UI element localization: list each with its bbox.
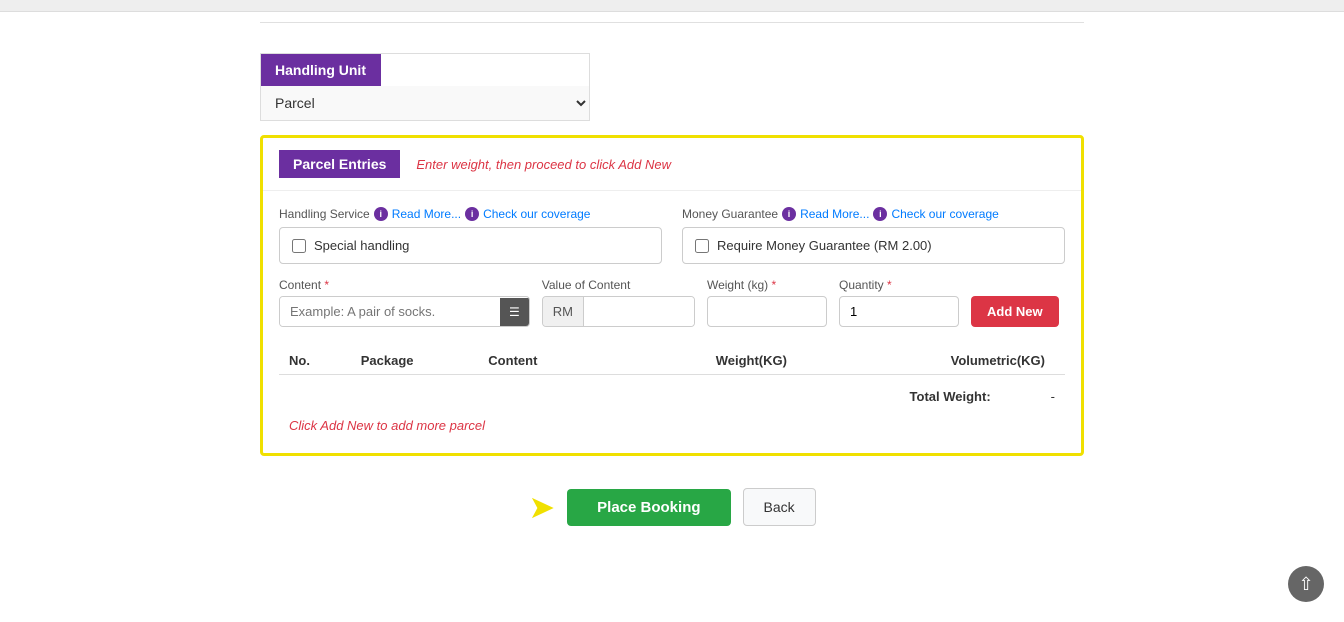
- col-package: Package: [351, 347, 479, 375]
- value-input-wrapper: RM: [542, 296, 695, 327]
- content-icon-btn[interactable]: ☰: [500, 298, 529, 326]
- quantity-field-group: Quantity *: [839, 278, 959, 327]
- add-new-button[interactable]: Add New: [971, 296, 1059, 327]
- handling-service-read-more[interactable]: Read More...: [392, 207, 461, 221]
- handling-unit-box: Handling Unit Parcel Document Box: [260, 53, 590, 121]
- handling-service-label: Handling Service i Read More... i Check …: [279, 207, 662, 221]
- content-label: Content *: [279, 278, 530, 292]
- col-no: No.: [279, 347, 351, 375]
- total-weight-value: -: [1051, 389, 1055, 404]
- handling-service-checkbox[interactable]: [292, 239, 306, 253]
- main-content: Handling Unit Parcel Document Box Parcel…: [0, 12, 1344, 622]
- quantity-required-marker: *: [887, 278, 892, 292]
- handling-service-checkbox-label: Special handling: [314, 238, 409, 253]
- page-wrapper: Handling Unit Parcel Document Box Parcel…: [0, 0, 1344, 622]
- money-guarantee-checkbox-field: Require Money Guarantee (RM 2.00): [682, 227, 1065, 264]
- handling-service-checkbox-field: Special handling: [279, 227, 662, 264]
- service-row: Handling Service i Read More... i Check …: [279, 207, 1065, 264]
- money-guarantee-read-more[interactable]: Read More...: [800, 207, 869, 221]
- money-guarantee-col: Money Guarantee i Read More... i Check o…: [682, 207, 1065, 264]
- col-weight: Weight(KG): [599, 347, 847, 375]
- weight-field-group: Weight (kg) *: [707, 278, 827, 327]
- money-guarantee-info-icon[interactable]: i: [782, 207, 796, 221]
- quantity-label: Quantity *: [839, 278, 959, 292]
- col-content: Content: [478, 347, 599, 375]
- total-weight-row: Total Weight: -: [279, 385, 1065, 408]
- total-weight-label: Total Weight:: [910, 389, 991, 404]
- top-rule: [260, 22, 1084, 23]
- handling-service-check-coverage[interactable]: Check our coverage: [483, 207, 590, 221]
- value-of-content-label: Value of Content: [542, 278, 695, 292]
- add-more-hint: Click Add New to add more parcel: [279, 408, 1065, 433]
- value-input[interactable]: [584, 297, 694, 326]
- weight-input[interactable]: [707, 296, 827, 327]
- handling-unit-select[interactable]: Parcel Document Box: [261, 86, 589, 120]
- parcel-entries-body: Handling Service i Read More... i Check …: [263, 191, 1081, 453]
- parcel-entries-hint: Enter weight, then proceed to click Add …: [416, 157, 671, 172]
- handling-service-col: Handling Service i Read More... i Check …: [279, 207, 662, 264]
- back-button[interactable]: Back: [743, 488, 816, 526]
- col-volumetric: Volumetric(KG): [847, 347, 1065, 375]
- bottom-actions: ➤ Place Booking Back: [260, 470, 1084, 546]
- place-booking-button[interactable]: Place Booking: [567, 489, 730, 526]
- parcel-entries-section: Parcel Entries Enter weight, then procee…: [260, 135, 1084, 456]
- money-guarantee-checkbox[interactable]: [695, 239, 709, 253]
- weight-required-marker: *: [771, 278, 776, 292]
- handling-service-info-icon[interactable]: i: [374, 207, 388, 221]
- money-guarantee-checkbox-label: Require Money Guarantee (RM 2.00): [717, 238, 932, 253]
- top-separator: [0, 0, 1344, 12]
- scroll-to-top-button[interactable]: ⇧: [1288, 566, 1324, 602]
- handling-service-info-icon2[interactable]: i: [465, 207, 479, 221]
- parcel-entries-header: Parcel Entries Enter weight, then procee…: [263, 138, 1081, 191]
- value-prefix: RM: [543, 297, 584, 326]
- content-required-marker: *: [324, 278, 329, 292]
- content-field-group: Content * ☰: [279, 278, 530, 327]
- parcel-table: No. Package Content Weight(KG) Volumetri…: [279, 347, 1065, 375]
- content-input[interactable]: [280, 297, 500, 326]
- content-input-wrapper: ☰: [279, 296, 530, 327]
- content-row: Content * ☰ Value of Content RM: [279, 278, 1065, 327]
- arrow-right-icon: ➤: [528, 491, 555, 523]
- handling-unit-header: Handling Unit: [261, 54, 381, 86]
- parcel-entries-title: Parcel Entries: [279, 150, 400, 178]
- money-guarantee-info-icon2[interactable]: i: [873, 207, 887, 221]
- weight-label: Weight (kg) *: [707, 278, 827, 292]
- quantity-input[interactable]: [839, 296, 959, 327]
- handling-unit-section: Handling Unit Parcel Document Box: [260, 53, 1084, 121]
- money-guarantee-label: Money Guarantee i Read More... i Check o…: [682, 207, 1065, 221]
- value-of-content-group: Value of Content RM: [542, 278, 695, 327]
- money-guarantee-check-coverage[interactable]: Check our coverage: [891, 207, 998, 221]
